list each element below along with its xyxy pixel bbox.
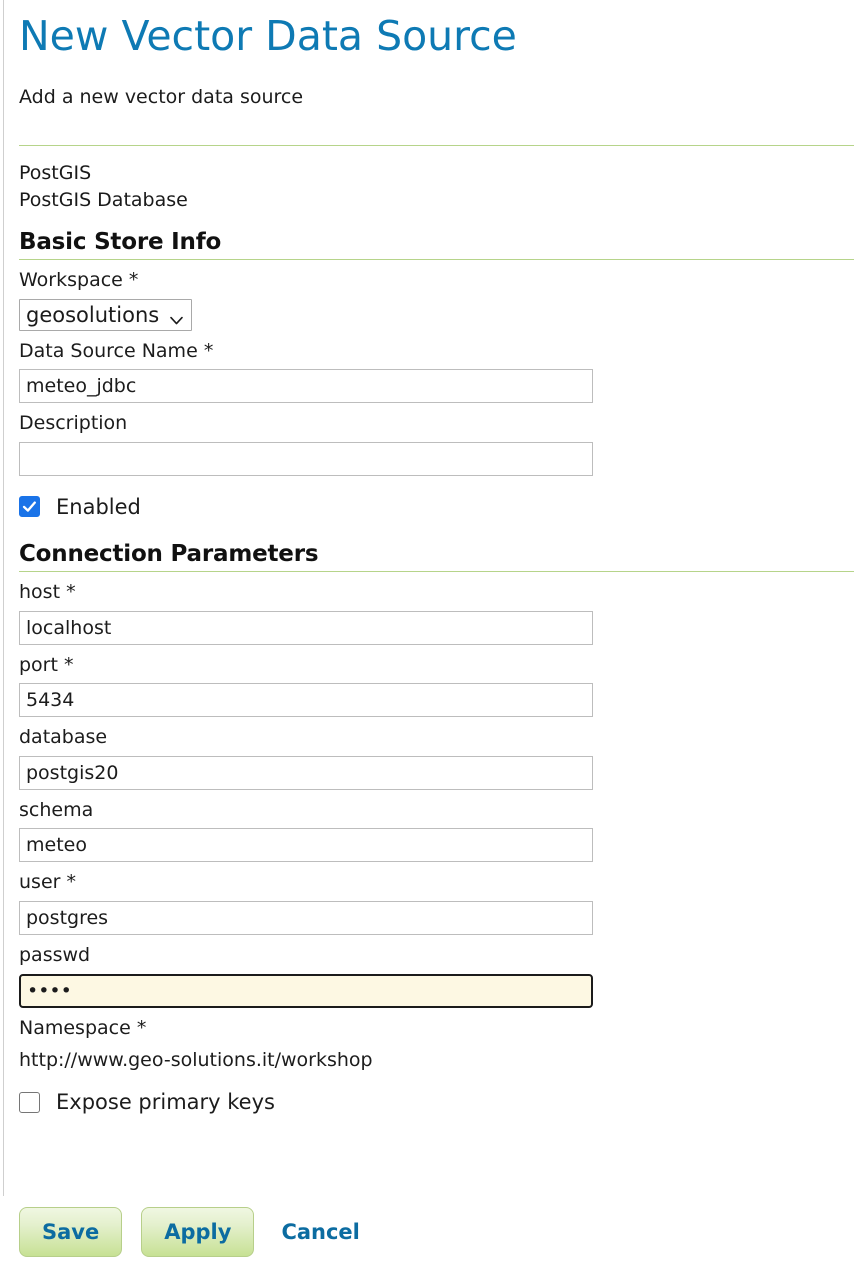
- description-label: Description: [19, 403, 854, 437]
- page-title: New Vector Data Source: [19, 12, 517, 60]
- expose-primary-keys-checkbox[interactable]: [19, 1091, 40, 1113]
- database-label: database: [19, 717, 854, 751]
- cancel-link[interactable]: Cancel: [281, 1220, 359, 1244]
- expose-primary-keys-checkbox-row[interactable]: Expose primary keys: [19, 1071, 854, 1114]
- expose-primary-keys-checkbox-label: Expose primary keys: [56, 1090, 275, 1115]
- database-input[interactable]: [19, 755, 593, 790]
- section-title-basic-store-info: Basic Store Info: [19, 228, 222, 255]
- data-source-name-label: Data Source Name *: [19, 331, 854, 365]
- port-required-marker: *: [64, 653, 74, 676]
- host-required-marker: *: [66, 580, 76, 603]
- description-input[interactable]: [19, 441, 593, 476]
- schema-input[interactable]: [19, 828, 593, 863]
- store-type-description: PostGIS Database: [19, 188, 188, 211]
- enabled-checkbox-label: Enabled: [56, 494, 141, 519]
- schema-label-text: schema: [19, 798, 94, 821]
- data-source-name-label-text: Data Source Name: [19, 339, 198, 362]
- workspace-required-marker: *: [128, 268, 139, 291]
- apply-button[interactable]: Apply: [141, 1207, 255, 1257]
- user-label: user *: [19, 862, 854, 896]
- workspace-label-text: Workspace: [19, 268, 123, 291]
- passwd-label: passwd: [19, 935, 854, 969]
- enabled-checkbox[interactable]: [19, 496, 40, 518]
- data-source-name-required-marker: *: [203, 339, 214, 362]
- namespace-value: http://www.geo-solutions.it/workshop: [19, 1049, 373, 1072]
- passwd-label-text: passwd: [19, 944, 91, 967]
- user-label-text: user: [19, 871, 61, 894]
- namespace-required-marker: *: [136, 1016, 147, 1039]
- namespace-label-text: Namespace: [19, 1016, 131, 1039]
- host-label-text: host: [19, 580, 61, 603]
- schema-label: schema: [19, 790, 854, 824]
- passwd-input[interactable]: [19, 973, 593, 1008]
- description-label-text: Description: [19, 412, 128, 435]
- workspace-select-wrapper[interactable]: geosolutions: [19, 298, 192, 331]
- workspace-select[interactable]: geosolutions: [19, 298, 192, 331]
- workspace-label: Workspace *: [19, 260, 854, 294]
- new-vector-data-source-page: New Vector Data Source Add a new vector …: [0, 0, 854, 1114]
- store-type-name: PostGIS: [19, 162, 92, 184]
- page-subtitle: Add a new vector data source: [19, 86, 304, 108]
- enabled-checkbox-row[interactable]: Enabled: [19, 476, 854, 519]
- section-title-connection-parameters: Connection Parameters: [19, 540, 319, 567]
- port-input[interactable]: [19, 683, 593, 718]
- data-source-name-input[interactable]: [19, 369, 593, 404]
- user-input[interactable]: [19, 901, 593, 936]
- save-button[interactable]: Save: [19, 1207, 123, 1257]
- port-label-text: port: [19, 653, 58, 676]
- namespace-label: Namespace *: [19, 1008, 854, 1042]
- host-label: host *: [19, 572, 854, 606]
- host-input[interactable]: [19, 610, 593, 645]
- port-label: port *: [19, 645, 854, 679]
- user-required-marker: *: [66, 871, 77, 894]
- database-label-text: database: [19, 726, 108, 749]
- form-action-bar: Save Apply Cancel: [0, 1196, 854, 1268]
